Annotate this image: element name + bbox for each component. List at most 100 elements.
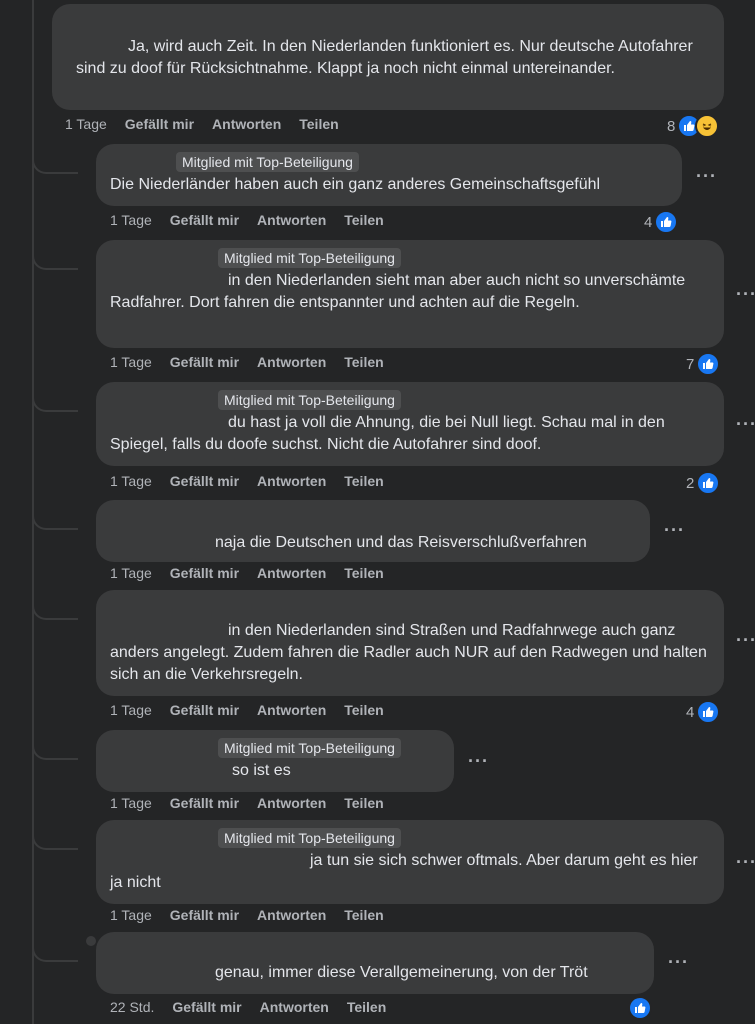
share-button[interactable]: Teilen: [344, 212, 383, 228]
comment-bubble: genau, immer diese Verallgemeinerung, vo…: [96, 932, 654, 994]
more-options-icon[interactable]: ···: [736, 630, 755, 651]
comment-bubble: naja die Deutschen und das Reisverschluß…: [96, 500, 650, 562]
more-options-icon[interactable]: ···: [696, 166, 717, 187]
haha-icon: [695, 114, 720, 138]
share-button[interactable]: Teilen: [344, 473, 383, 489]
reactions[interactable]: 4: [644, 210, 679, 234]
reactions[interactable]: 4: [686, 700, 721, 724]
like-icon: [696, 700, 721, 724]
comment-actions: 22 Std. Gefällt mir Antworten Teilen: [110, 999, 386, 1015]
thread-connector: [32, 596, 78, 620]
thread-connector: [32, 736, 78, 760]
comment-actions: 1 Tage Gefällt mir Antworten Teilen: [110, 795, 384, 811]
comment-time[interactable]: 22 Std.: [110, 999, 154, 1015]
comment-bubble: Mitglied mit Top-Beteiligung Die Niederl…: [96, 144, 682, 206]
more-options-icon[interactable]: ···: [664, 520, 685, 541]
comment-actions: 1 Tage Gefällt mir Antworten Teilen: [65, 116, 339, 132]
thread-connector: [32, 388, 78, 412]
comment-time[interactable]: 1 Tage: [110, 212, 152, 228]
reply-button[interactable]: Antworten: [257, 702, 326, 718]
comment-actions: 1 Tage Gefällt mir Antworten Teilen: [110, 473, 384, 489]
reply-button[interactable]: Antworten: [257, 907, 326, 923]
comment-text: so ist es: [232, 762, 291, 779]
like-button[interactable]: Gefällt mir: [170, 907, 239, 923]
avatar[interactable]: [86, 936, 96, 946]
more-options-icon[interactable]: ···: [468, 751, 489, 772]
comment-time[interactable]: 1 Tage: [65, 116, 107, 132]
reply-button[interactable]: Antworten: [257, 565, 326, 581]
comment-actions: 1 Tage Gefällt mir Antworten Teilen: [110, 354, 384, 370]
comment-text: naja die Deutschen und das Reisverschluß…: [215, 534, 587, 551]
comment-actions: 1 Tage Gefällt mir Antworten Teilen: [110, 907, 384, 923]
comment-text: Ja, wird auch Zeit. In den Niederlanden …: [76, 38, 698, 77]
reply-button[interactable]: Antworten: [257, 795, 326, 811]
more-options-icon[interactable]: ···: [736, 284, 755, 305]
like-button[interactable]: Gefällt mir: [170, 795, 239, 811]
reactions[interactable]: 7: [686, 352, 721, 376]
reaction-count: 7: [686, 355, 695, 373]
thread-connector: [32, 826, 78, 850]
reply-button[interactable]: Antworten: [257, 473, 326, 489]
like-button[interactable]: Gefällt mir: [125, 116, 194, 132]
reply-button[interactable]: Antworten: [260, 999, 329, 1015]
comment-time[interactable]: 1 Tage: [110, 354, 152, 370]
thread-connector: [32, 150, 78, 174]
reaction-count: 8: [667, 117, 676, 135]
reactions[interactable]: 8: [667, 114, 720, 138]
like-button[interactable]: Gefällt mir: [170, 354, 239, 370]
top-member-badge: Mitglied mit Top-Beteiligung: [218, 828, 401, 848]
reaction-count: 4: [644, 213, 653, 231]
comment-text: in den Niederlanden sieht man aber auch …: [110, 272, 690, 311]
comment-time[interactable]: 1 Tage: [110, 565, 152, 581]
comment-text: Die Niederländer haben auch ein ganz and…: [110, 176, 601, 193]
like-button[interactable]: Gefällt mir: [172, 999, 241, 1015]
like-icon: [628, 996, 652, 1020]
share-button[interactable]: Teilen: [344, 702, 383, 718]
thread-connector: [32, 506, 78, 530]
share-button[interactable]: Teilen: [299, 116, 338, 132]
comment-text: genau, immer diese Verallgemeinerung, vo…: [215, 964, 588, 981]
more-options-icon[interactable]: ···: [736, 852, 755, 873]
comment-text: ja tun sie sich schwer oftmals. Aber dar…: [110, 852, 703, 891]
top-member-badge: Mitglied mit Top-Beteiligung: [218, 390, 401, 410]
more-options-icon[interactable]: ···: [668, 952, 689, 973]
reply-button[interactable]: Antworten: [212, 116, 281, 132]
comment-actions: 1 Tage Gefällt mir Antworten Teilen: [110, 212, 384, 228]
comment-bubble: Mitglied mit Top-Beteiligung du hast ja …: [96, 382, 724, 466]
reaction-count: 2: [686, 474, 695, 492]
share-button[interactable]: Teilen: [344, 354, 383, 370]
comment-time[interactable]: 1 Tage: [110, 907, 152, 923]
share-button[interactable]: Teilen: [347, 999, 386, 1015]
like-button[interactable]: Gefällt mir: [170, 473, 239, 489]
comment-text: in den Niederlanden sind Straßen und Rad…: [110, 622, 712, 683]
more-options-icon[interactable]: ···: [736, 414, 755, 435]
top-member-badge: Mitglied mit Top-Beteiligung: [218, 248, 401, 268]
share-button[interactable]: Teilen: [344, 907, 383, 923]
like-button[interactable]: Gefällt mir: [170, 565, 239, 581]
thread-connector: [32, 246, 78, 270]
share-button[interactable]: Teilen: [344, 565, 383, 581]
comment-time[interactable]: 1 Tage: [110, 702, 152, 718]
reactions[interactable]: [628, 996, 652, 1020]
comment-time[interactable]: 1 Tage: [110, 473, 152, 489]
comment-bubble: in den Niederlanden sind Straßen und Rad…: [96, 590, 724, 696]
comment-text: du hast ja voll die Ahnung, die bei Null…: [110, 414, 670, 453]
like-button[interactable]: Gefällt mir: [170, 212, 239, 228]
reaction-count: 4: [686, 703, 695, 721]
top-member-badge: Mitglied mit Top-Beteiligung: [176, 152, 359, 172]
top-member-badge: Mitglied mit Top-Beteiligung: [218, 738, 401, 758]
reactions[interactable]: 2: [686, 471, 721, 495]
comment-actions: 1 Tage Gefällt mir Antworten Teilen: [110, 702, 384, 718]
thread-connector: [32, 938, 78, 962]
reply-button[interactable]: Antworten: [257, 212, 326, 228]
comment-actions: 1 Tage Gefällt mir Antworten Teilen: [110, 565, 384, 581]
comment-time[interactable]: 1 Tage: [110, 795, 152, 811]
comment-bubble: Mitglied mit Top-Beteiligung so ist es: [96, 730, 454, 792]
comment-bubble: Mitglied mit Top-Beteiligung ja tun sie …: [96, 820, 724, 904]
like-button[interactable]: Gefällt mir: [170, 702, 239, 718]
like-icon: [696, 352, 721, 376]
like-icon: [654, 210, 679, 234]
comment-bubble: Mitglied mit Top-Beteiligung in den Nied…: [96, 240, 724, 348]
reply-button[interactable]: Antworten: [257, 354, 326, 370]
share-button[interactable]: Teilen: [344, 795, 383, 811]
